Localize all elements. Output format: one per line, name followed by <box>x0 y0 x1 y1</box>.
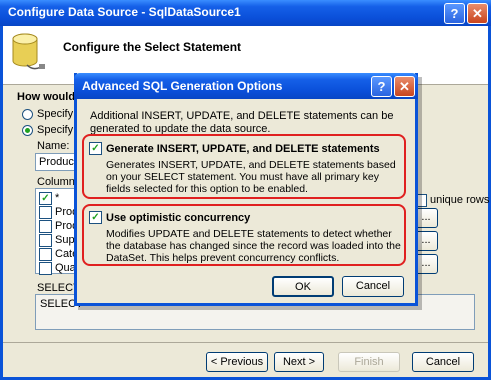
help-button[interactable]: ? <box>444 3 465 24</box>
next-button[interactable]: Next > <box>274 352 324 372</box>
dialog-cancel-button[interactable]: Cancel <box>342 276 404 297</box>
column-checkbox[interactable] <box>39 220 52 233</box>
optimistic-concurrency-description: Modifies UPDATE and DELETE statements to… <box>106 228 401 264</box>
optimistic-concurrency-checkbox[interactable]: ✓ <box>89 211 102 224</box>
dialog-close-button[interactable]: ✕ <box>394 76 415 97</box>
wizard-title: Configure Data Source - SqlDataSource1 <box>8 5 241 19</box>
database-icon <box>12 33 45 70</box>
generate-statements-checkbox[interactable]: ✓ <box>89 142 102 155</box>
generate-statements-description: Generates INSERT, UPDATE, and DELETE sta… <box>106 159 396 195</box>
column-checkbox[interactable] <box>39 234 52 247</box>
dialog-description: Additional INSERT, UPDATE, and DELETE st… <box>90 110 394 135</box>
optimistic-concurrency-label: Use optimistic concurrency <box>106 212 251 224</box>
unique-rows-label: unique rows <box>430 194 490 206</box>
dialog-titlebar: Advanced SQL Generation Options ? ✕ <box>74 73 418 99</box>
name-label: Name: <box>37 140 70 152</box>
generate-statements-label: Generate INSERT, UPDATE, and DELETE stat… <box>106 143 380 155</box>
column-checkbox[interactable] <box>39 262 52 275</box>
column-checkbox[interactable] <box>39 248 52 261</box>
dialog-help-button[interactable]: ? <box>371 76 392 97</box>
footer-divider <box>3 342 488 343</box>
column-checkbox[interactable] <box>39 206 52 219</box>
ok-button[interactable]: OK <box>272 276 334 297</box>
wizard-titlebar: Configure Data Source - SqlDataSource1 ?… <box>0 0 491 26</box>
column-checkbox[interactable]: ✓ <box>39 192 52 205</box>
finish-button[interactable]: Finish <box>338 352 400 372</box>
radio-specify-columns[interactable] <box>22 125 33 136</box>
close-button[interactable]: ✕ <box>467 3 488 24</box>
radio-specify-custom[interactable] <box>22 109 33 120</box>
column-item: * <box>55 192 60 204</box>
page-title: Configure the Select Statement <box>63 40 242 54</box>
dialog-title: Advanced SQL Generation Options <box>82 79 283 93</box>
previous-button[interactable]: < Previous <box>206 352 268 372</box>
wizard-cancel-button[interactable]: Cancel <box>412 352 474 372</box>
